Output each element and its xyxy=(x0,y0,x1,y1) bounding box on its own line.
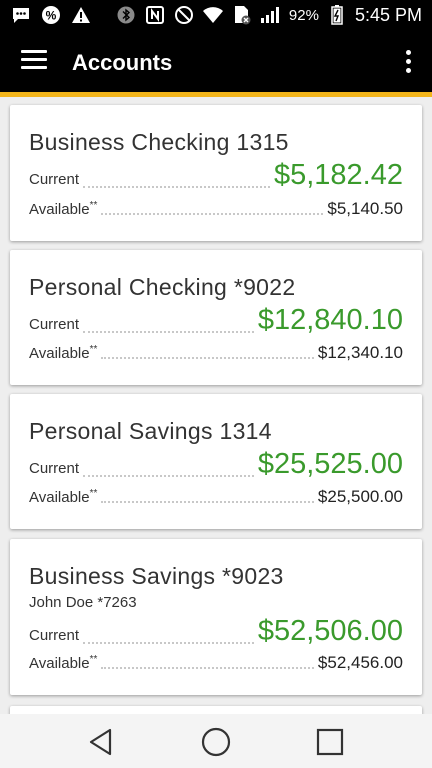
back-icon[interactable] xyxy=(85,726,117,758)
available-label: Available** xyxy=(29,344,98,362)
signal-icon xyxy=(260,4,282,26)
current-balance: $5,182.42 xyxy=(273,159,403,191)
status-time: 5:45 PM xyxy=(354,4,422,25)
current-label: Current xyxy=(29,627,80,644)
navigation-bar xyxy=(0,714,432,768)
available-balance-row: Available** $25,500.00 xyxy=(29,487,403,507)
sim-icon xyxy=(231,4,253,26)
dotted-leader xyxy=(101,667,314,669)
bluetooth-icon xyxy=(115,4,137,26)
wifi-icon xyxy=(202,4,224,26)
current-label: Current xyxy=(29,460,80,477)
available-balance: $12,340.10 xyxy=(317,343,403,362)
dotted-leader xyxy=(101,213,324,215)
battery-icon xyxy=(326,4,348,26)
page-title: Accounts xyxy=(72,50,173,75)
current-balance-row: Current $5,182.42 xyxy=(29,159,403,192)
account-holder: John Doe *7263 xyxy=(29,594,137,611)
battery-percent: 92% xyxy=(288,6,319,24)
warning-icon xyxy=(70,4,92,26)
current-label: Current xyxy=(29,316,80,333)
available-label: Available** xyxy=(29,488,98,506)
current-label: Current xyxy=(29,171,80,188)
available-balance-row: Available** $12,340.10 xyxy=(29,343,403,363)
current-balance-row: Current $25,525.00 xyxy=(29,448,403,481)
account-name: Personal Checking *9022 xyxy=(29,274,296,300)
svg-text:%: % xyxy=(46,9,57,23)
dotted-leader xyxy=(83,475,254,477)
nfc-icon xyxy=(144,4,166,26)
app-bar: Accounts xyxy=(0,30,432,92)
account-card-personal-checking[interactable]: Personal Checking *9022 Current $12,840.… xyxy=(10,250,422,385)
available-balance-row: Available** $52,456.00 xyxy=(29,653,403,673)
account-card-business-savings[interactable]: Business Savings *9023 John Doe *7263 Cu… xyxy=(10,539,422,695)
available-label: Available** xyxy=(29,200,98,218)
current-balance: $25,525.00 xyxy=(257,448,403,480)
current-balance: $12,840.10 xyxy=(257,304,403,336)
account-card-personal-savings[interactable]: Personal Savings 1314 Current $25,525.00… xyxy=(10,394,422,529)
message-icon xyxy=(10,4,32,26)
available-balance-row: Available** $5,140.50 xyxy=(29,199,403,219)
available-label: Available** xyxy=(29,654,98,672)
account-card-business-checking[interactable]: Business Checking 1315 Current $5,182.42… xyxy=(10,105,422,241)
current-balance-row: Current $12,840.10 xyxy=(29,304,403,337)
more-vert-icon[interactable] xyxy=(398,50,418,74)
available-balance: $25,500.00 xyxy=(317,487,403,506)
home-icon[interactable] xyxy=(200,726,232,758)
account-name: Business Savings *9023 xyxy=(29,563,284,589)
header-accent-line xyxy=(0,92,432,97)
account-name: Personal Savings 1314 xyxy=(29,418,272,444)
mute-icon xyxy=(173,4,195,26)
status-bar: % 92% 5:45 PM xyxy=(0,0,432,30)
hamburger-menu-icon[interactable] xyxy=(21,50,47,72)
dotted-leader xyxy=(101,501,314,503)
account-name: Business Checking 1315 xyxy=(29,129,289,155)
recents-icon[interactable] xyxy=(314,726,346,758)
dotted-leader xyxy=(83,186,270,188)
dotted-leader xyxy=(101,357,314,359)
current-balance: $52,506.00 xyxy=(257,615,403,647)
dotted-leader xyxy=(83,331,254,333)
available-balance: $52,456.00 xyxy=(317,653,403,672)
percent-icon: % xyxy=(40,4,62,26)
dotted-leader xyxy=(83,642,254,644)
available-balance: $5,140.50 xyxy=(327,199,403,218)
current-balance-row: Current $52,506.00 xyxy=(29,615,403,648)
